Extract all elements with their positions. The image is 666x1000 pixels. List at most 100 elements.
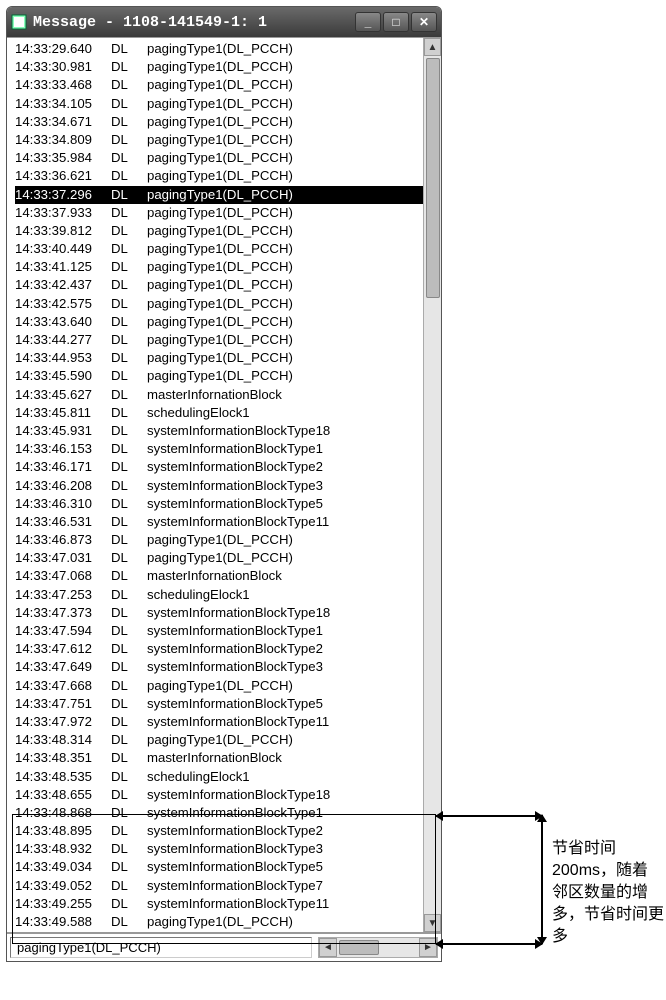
log-row[interactable]: 14:33:49.052DLsystemInformationBlockType… <box>15 877 423 895</box>
log-row[interactable]: 14:33:33.468DLpagingType1(DL_PCCH) <box>15 76 423 94</box>
log-row[interactable]: 14:33:34.671DLpagingType1(DL_PCCH) <box>15 113 423 131</box>
col-dir: DL <box>111 895 147 913</box>
vertical-scrollbar[interactable]: ▲ ▼ <box>423 38 441 932</box>
col-msg: systemInformationBlockType5 <box>147 495 423 513</box>
log-row[interactable]: 14:33:48.351DLmasterInfornationBlock <box>15 749 423 767</box>
log-row[interactable]: 14:33:34.105DLpagingType1(DL_PCCH) <box>15 95 423 113</box>
log-row[interactable]: 14:33:37.296DLpagingType1(DL_PCCH) <box>15 186 423 204</box>
col-msg: masterInfornationBlock <box>147 567 423 585</box>
log-row[interactable]: 14:33:46.873DLpagingType1(DL_PCCH) <box>15 531 423 549</box>
scroll-up-arrow-icon[interactable]: ▲ <box>424 38 441 56</box>
col-msg: systemInformationBlockType1 <box>147 804 423 822</box>
col-msg: pagingType1(DL_PCCH) <box>147 40 423 58</box>
log-row[interactable]: 14:33:45.931DLsystemInformationBlockType… <box>15 422 423 440</box>
hscroll-track[interactable] <box>337 938 419 957</box>
col-msg: pagingType1(DL_PCCH) <box>147 113 423 131</box>
log-row[interactable]: 14:33:34.809DLpagingType1(DL_PCCH) <box>15 131 423 149</box>
log-row[interactable]: 14:33:39.812DLpagingType1(DL_PCCH) <box>15 222 423 240</box>
col-dir: DL <box>111 713 147 731</box>
col-msg: systemInformationBlockType11 <box>147 713 423 731</box>
col-time: 14:33:33.468 <box>15 76 111 94</box>
log-row[interactable]: 14:33:46.531DLsystemInformationBlockType… <box>15 513 423 531</box>
log-row[interactable]: 14:33:44.953DLpagingType1(DL_PCCH) <box>15 349 423 367</box>
log-row[interactable]: 14:33:36.621DLpagingType1(DL_PCCH) <box>15 167 423 185</box>
log-row[interactable]: 14:33:46.310DLsystemInformationBlockType… <box>15 495 423 513</box>
col-msg: systemInformationBlockType3 <box>147 840 423 858</box>
col-time: 14:33:49.034 <box>15 858 111 876</box>
log-row[interactable]: 14:33:35.984DLpagingType1(DL_PCCH) <box>15 149 423 167</box>
col-dir: DL <box>111 131 147 149</box>
log-row[interactable]: 14:33:47.031DLpagingType1(DL_PCCH) <box>15 549 423 567</box>
log-row[interactable]: 14:33:47.668DLpagingType1(DL_PCCH) <box>15 677 423 695</box>
log-row[interactable]: 14:33:45.590DLpagingType1(DL_PCCH) <box>15 367 423 385</box>
log-row[interactable]: 14:33:45.627DLmasterInfornationBlock <box>15 386 423 404</box>
log-row[interactable]: 14:33:47.373DLsystemInformationBlockType… <box>15 604 423 622</box>
scroll-thumb[interactable] <box>426 58 440 298</box>
col-msg: schedulingElock1 <box>147 586 423 604</box>
col-time: 14:33:49.255 <box>15 895 111 913</box>
log-row[interactable]: 14:33:30.981DLpagingType1(DL_PCCH) <box>15 58 423 76</box>
col-dir: DL <box>111 240 147 258</box>
log-row[interactable]: 14:33:46.153DLsystemInformationBlockType… <box>15 440 423 458</box>
col-dir: DL <box>111 640 147 658</box>
log-row[interactable]: 14:33:50.231DLpagingType1(DL_PCCH) <box>15 931 423 932</box>
col-time: 14:33:34.105 <box>15 95 111 113</box>
log-row[interactable]: 14:33:48.932DLsystemInformationBlockType… <box>15 840 423 858</box>
maximize-button[interactable]: □ <box>383 12 409 32</box>
log-row[interactable]: 14:33:49.255DLsystemInformationBlockType… <box>15 895 423 913</box>
col-time: 14:33:41.125 <box>15 258 111 276</box>
log-row[interactable]: 14:33:48.314DLpagingType1(DL_PCCH) <box>15 731 423 749</box>
log-row[interactable]: 14:33:48.655DLsystemInformationBlockType… <box>15 786 423 804</box>
scroll-left-arrow-icon[interactable]: ◄ <box>319 938 337 957</box>
log-row[interactable]: 14:33:41.125DLpagingType1(DL_PCCH) <box>15 258 423 276</box>
col-msg: pagingType1(DL_PCCH) <box>147 349 423 367</box>
col-time: 14:33:47.972 <box>15 713 111 731</box>
window-title: Message - 1108-141549-1: 1 <box>33 14 355 31</box>
log-row[interactable]: 14:33:49.034DLsystemInformationBlockType… <box>15 858 423 876</box>
col-time: 14:33:48.351 <box>15 749 111 767</box>
log-row[interactable]: 14:33:43.640DLpagingType1(DL_PCCH) <box>15 313 423 331</box>
log-row[interactable]: 14:33:47.594DLsystemInformationBlockType… <box>15 622 423 640</box>
col-time: 14:33:29.640 <box>15 40 111 58</box>
message-list[interactable]: 14:33:29.640DLpagingType1(DL_PCCH)14:33:… <box>7 38 423 932</box>
col-dir: DL <box>111 276 147 294</box>
titlebar[interactable]: Message - 1108-141549-1: 1 _ □ ✕ <box>7 7 441 37</box>
col-dir: DL <box>111 167 147 185</box>
col-dir: DL <box>111 604 147 622</box>
log-row[interactable]: 14:33:48.868DLsystemInformationBlockType… <box>15 804 423 822</box>
scroll-down-arrow-icon[interactable]: ▼ <box>424 914 441 932</box>
hscroll-thumb[interactable] <box>339 940 379 955</box>
log-row[interactable]: 14:33:45.811DLschedulingElock1 <box>15 404 423 422</box>
horizontal-scrollbar[interactable]: ◄ ► <box>318 937 438 958</box>
log-row[interactable]: 14:33:47.253DLschedulingElock1 <box>15 586 423 604</box>
col-msg: systemInformationBlockType11 <box>147 513 423 531</box>
log-row[interactable]: 14:33:47.649DLsystemInformationBlockType… <box>15 658 423 676</box>
log-row[interactable]: 14:33:40.449DLpagingType1(DL_PCCH) <box>15 240 423 258</box>
col-dir: DL <box>111 367 147 385</box>
log-row[interactable]: 14:33:37.933DLpagingType1(DL_PCCH) <box>15 204 423 222</box>
col-time: 14:33:47.373 <box>15 604 111 622</box>
col-msg: systemInformationBlockType2 <box>147 640 423 658</box>
window-controls: _ □ ✕ <box>355 12 437 32</box>
col-dir: DL <box>111 768 147 786</box>
minimize-button[interactable]: _ <box>355 12 381 32</box>
log-row[interactable]: 14:33:47.612DLsystemInformationBlockType… <box>15 640 423 658</box>
col-time: 14:33:46.310 <box>15 495 111 513</box>
log-row[interactable]: 14:33:42.575DLpagingType1(DL_PCCH) <box>15 295 423 313</box>
log-row[interactable]: 14:33:29.640DLpagingType1(DL_PCCH) <box>15 40 423 58</box>
col-msg: pagingType1(DL_PCCH) <box>147 295 423 313</box>
col-msg: masterInfornationBlock <box>147 386 423 404</box>
log-row[interactable]: 14:33:47.972DLsystemInformationBlockType… <box>15 713 423 731</box>
col-dir: DL <box>111 822 147 840</box>
log-row[interactable]: 14:33:47.068DLmasterInfornationBlock <box>15 567 423 585</box>
log-row[interactable]: 14:33:48.895DLsystemInformationBlockType… <box>15 822 423 840</box>
close-button[interactable]: ✕ <box>411 12 437 32</box>
col-time: 14:33:47.649 <box>15 658 111 676</box>
log-row[interactable]: 14:33:46.171DLsystemInformationBlockType… <box>15 458 423 476</box>
log-row[interactable]: 14:33:44.277DLpagingType1(DL_PCCH) <box>15 331 423 349</box>
log-row[interactable]: 14:33:49.588DLpagingType1(DL_PCCH) <box>15 913 423 931</box>
log-row[interactable]: 14:33:48.535DLschedulingElock1 <box>15 768 423 786</box>
log-row[interactable]: 14:33:42.437DLpagingType1(DL_PCCH) <box>15 276 423 294</box>
log-row[interactable]: 14:33:47.751DLsystemInformationBlockType… <box>15 695 423 713</box>
log-row[interactable]: 14:33:46.208DLsystemInformationBlockType… <box>15 477 423 495</box>
